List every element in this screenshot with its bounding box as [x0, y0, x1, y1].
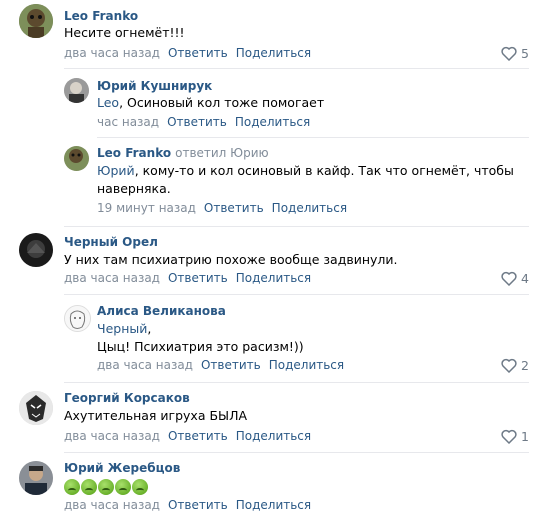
comment-author[interactable]: Юрий Жеребцов: [64, 461, 180, 475]
like-button[interactable]: 2: [501, 358, 529, 373]
sick-face-emoji: [64, 478, 80, 495]
comment-author[interactable]: Георгий Корсаков: [64, 391, 190, 405]
reply-button[interactable]: Ответить: [168, 271, 228, 285]
comment-meta: два часа назад Ответить Поделиться: [64, 498, 311, 512]
comment-text-line: ,: [147, 321, 152, 336]
comment-text: Ахутительная игруха БЫЛА: [64, 408, 248, 423]
divider: [64, 68, 529, 69]
reply-button[interactable]: Ответить: [204, 201, 264, 215]
reply-button[interactable]: Ответить: [201, 358, 261, 372]
share-button[interactable]: Поделиться: [236, 498, 311, 512]
comment-text-line: наверняка.: [97, 181, 171, 196]
comment-meta: 19 минут назад Ответить Поделиться: [97, 201, 347, 215]
mention-link[interactable]: Leo: [97, 95, 119, 110]
avatar[interactable]: [64, 146, 89, 171]
sick-face-emoji: [115, 478, 131, 495]
reply-button[interactable]: Ответить: [168, 498, 228, 512]
avatar[interactable]: [64, 78, 89, 103]
share-button[interactable]: Поделиться: [236, 46, 311, 60]
comment-text-body: , Осиновый кол тоже помогает: [119, 95, 325, 110]
like-count: 2: [521, 358, 529, 373]
comment-author[interactable]: Юрий Кушнирук: [97, 79, 212, 93]
comment-reply: Юрий Кушнирук Leo, Осиновый кол тоже пом…: [0, 70, 547, 134]
comment-author[interactable]: Leo Franko ответил Юрию: [97, 146, 269, 160]
comment-text: Юрий, кому-то и кол осиновый в кайф. Так…: [97, 162, 517, 198]
comment: Leo Franko Несите огнемёт!!! два часа на…: [0, 0, 547, 70]
comment-author[interactable]: Алиса Великанова: [97, 304, 226, 318]
like-button[interactable]: 1: [501, 429, 529, 444]
comment-meta: час назад Ответить Поделиться: [97, 115, 310, 129]
comment-text: [64, 477, 149, 495]
comment-text-line: , кому-то и кол осиновый в кайф. Так что…: [134, 163, 514, 178]
sick-face-emoji: [81, 478, 97, 495]
comment-meta: два часа назад Ответить Поделиться: [64, 46, 311, 60]
share-button[interactable]: Поделиться: [236, 271, 311, 285]
sick-face-emoji: [132, 478, 148, 495]
like-button[interactable]: 4: [501, 271, 529, 286]
comment-time[interactable]: два часа назад: [64, 46, 160, 60]
avatar[interactable]: [19, 4, 53, 38]
comment-meta: два часа назад Ответить Поделиться: [64, 429, 311, 443]
avatar[interactable]: [64, 305, 91, 332]
mention-link[interactable]: Черный: [97, 321, 147, 336]
comment-text: У них там психиатрию похоже вообще задви…: [64, 252, 398, 267]
share-button[interactable]: Поделиться: [235, 115, 310, 129]
reply-button[interactable]: Ответить: [167, 115, 227, 129]
comment-time[interactable]: два часа назад: [64, 498, 160, 512]
comment-meta: два часа назад Ответить Поделиться: [97, 358, 344, 372]
avatar[interactable]: [19, 461, 53, 495]
reply-button[interactable]: Ответить: [168, 46, 228, 60]
comment-meta: два часа назад Ответить Поделиться: [64, 271, 311, 285]
comment-text: Leo, Осиновый кол тоже помогает: [97, 94, 324, 112]
comment-author[interactable]: Leo Franko: [64, 9, 138, 23]
comment: Черный Орел У них там психиатрию похоже …: [0, 227, 547, 295]
like-count: 5: [521, 46, 529, 61]
comment-text: Несите огнемёт!!!: [64, 25, 185, 40]
comment-reply: Алиса Великанова Черный, Цыц! Психиатрия…: [0, 295, 547, 380]
author-name[interactable]: Leo Franko: [97, 146, 171, 160]
share-button[interactable]: Поделиться: [236, 429, 311, 443]
comment-time[interactable]: два часа назад: [64, 429, 160, 443]
comment-author[interactable]: Черный Орел: [64, 235, 158, 249]
heart-icon: [501, 46, 517, 61]
heart-icon: [501, 271, 517, 286]
reply-to-label[interactable]: ответил Юрию: [175, 146, 269, 160]
comment-time[interactable]: 19 минут назад: [97, 201, 196, 215]
avatar[interactable]: [19, 391, 53, 425]
heart-icon: [501, 358, 517, 373]
comment: Георгий Корсаков Ахутительная игруха БЫЛ…: [0, 383, 547, 451]
comment-time[interactable]: два часа назад: [64, 271, 160, 285]
like-count: 1: [521, 429, 529, 444]
avatar[interactable]: [19, 233, 53, 267]
heart-icon: [501, 429, 517, 444]
comment-time[interactable]: два часа назад: [97, 358, 193, 372]
comment-text: Черный, Цыц! Психиатрия это расизм!)): [97, 320, 304, 356]
share-button[interactable]: Поделиться: [272, 201, 347, 215]
comment-reply: Leo Franko ответил Юрию Юрий, кому-то и к…: [0, 138, 547, 223]
comment: Юрий Жеребцов два часа назад Ответить Поде…: [0, 453, 547, 514]
sick-face-emoji: [98, 478, 114, 495]
reply-button[interactable]: Ответить: [168, 429, 228, 443]
mention-link[interactable]: Юрий: [97, 163, 135, 178]
share-button[interactable]: Поделиться: [269, 358, 344, 372]
comment-time[interactable]: час назад: [97, 115, 159, 129]
like-count: 4: [521, 271, 529, 286]
like-button[interactable]: 5: [501, 46, 529, 61]
comment-text-line: Цыц! Психиатрия это расизм!)): [97, 339, 304, 354]
